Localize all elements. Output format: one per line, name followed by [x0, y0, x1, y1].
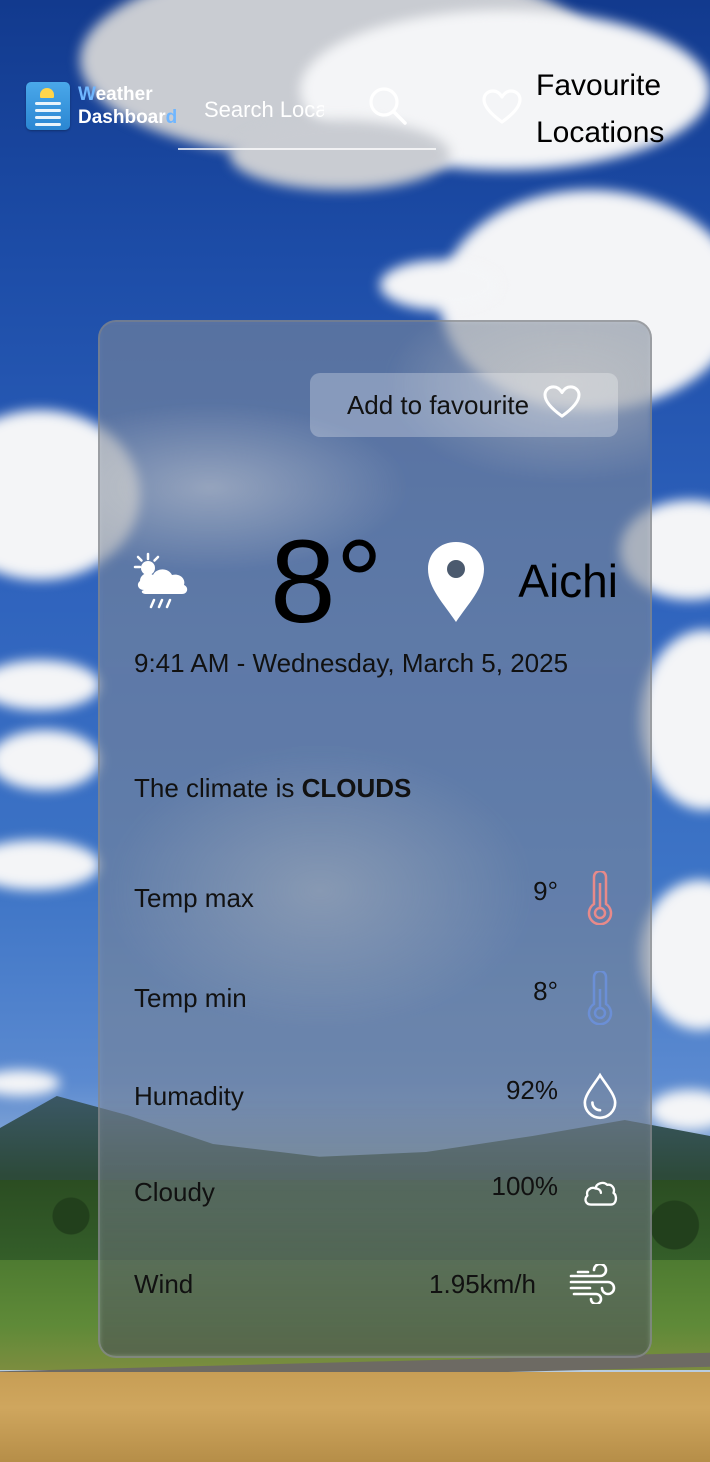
stat-value: 1.95km/h — [429, 1268, 536, 1299]
stat-cloudy: Cloudy 100% — [134, 1162, 618, 1222]
wind-icon — [568, 1257, 618, 1311]
stat-value: 92% — [505, 1074, 558, 1105]
thermometer-hot-icon — [582, 871, 618, 925]
search-icon[interactable] — [366, 84, 410, 128]
climate-value: CLOUDS — [301, 773, 412, 803]
stat-temp-min: Temp min 8° — [134, 968, 618, 1028]
location-pin-icon — [426, 540, 486, 624]
date-time: 9:41 AM - Wednesday, March 5, 2025 — [134, 648, 569, 678]
thermometer-cold-icon — [582, 971, 618, 1025]
stat-label: Temp min — [134, 982, 247, 1013]
climate-description: The climate is CLOUDS — [134, 773, 412, 803]
stat-value: 9° — [533, 875, 558, 906]
weather-app-icon — [26, 82, 70, 130]
city-name: Aichi — [518, 555, 618, 607]
stat-wind: Wind 1.95km/h — [134, 1254, 618, 1314]
stat-label: Wind — [134, 1268, 194, 1299]
app-logo[interactable]: Weather Dashboard — [26, 82, 177, 130]
add-to-favourite-button[interactable]: Add to favourite — [310, 373, 618, 437]
favourite-locations-label: Favourite Locations — [536, 69, 665, 149]
favourite-locations-link[interactable]: Favourite Locations — [482, 62, 696, 156]
stat-value: 100% — [491, 1170, 559, 1201]
current-temperature: 8° — [270, 516, 383, 648]
search-input[interactable] — [202, 92, 326, 128]
stat-label: Cloudy — [134, 1176, 215, 1207]
droplet-icon — [582, 1069, 618, 1123]
heart-icon — [543, 384, 581, 426]
stat-label: Humadity — [134, 1080, 244, 1111]
heart-icon — [482, 88, 522, 130]
stat-humidity: Humadity 92% — [134, 1066, 618, 1126]
stat-temp-max: Temp max 9° — [134, 868, 618, 928]
app-title: Weather Dashboard — [78, 84, 178, 128]
search-bar — [178, 78, 436, 150]
stat-label: Temp max — [134, 882, 254, 913]
weather-card: Add to favourite 8° Aichi 9:41 AM - Wedn… — [98, 320, 652, 1358]
cloud-icon — [582, 1165, 618, 1219]
add-to-favourite-label: Add to favourite — [346, 389, 530, 420]
stat-value: 8° — [533, 975, 558, 1006]
cloud-sun-rain-icon — [130, 550, 196, 616]
top-header: Weather Dashboard Favourite Locations — [0, 0, 710, 160]
